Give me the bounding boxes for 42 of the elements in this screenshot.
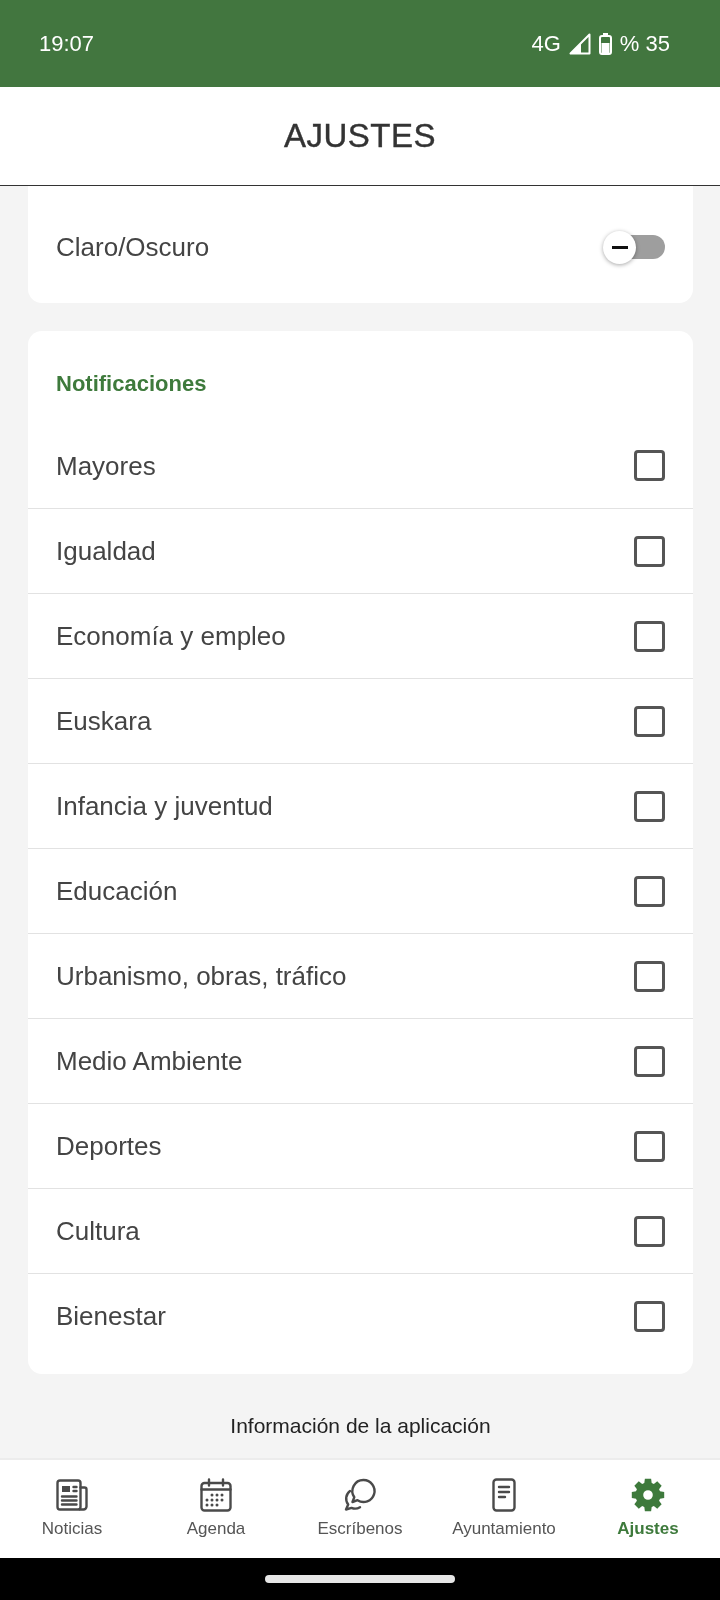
chat-bubbles-icon [343, 1478, 377, 1512]
category-label: Medio Ambiente [56, 1045, 243, 1077]
calendar-icon [199, 1478, 233, 1512]
page-title: AJUSTES [283, 117, 436, 155]
category-label: Mayores [56, 449, 156, 482]
category-label: Infancia y juventud [56, 790, 273, 822]
toggle-switch[interactable] [603, 230, 665, 264]
nav-item[interactable]: Ayuntamiento [432, 1460, 576, 1558]
battery-percentage: % 35 [619, 30, 670, 57]
minus-icon [611, 245, 628, 249]
nav-item[interactable]: Ajustes [576, 1460, 720, 1558]
settings-icon [631, 1478, 665, 1512]
battery-icon [598, 32, 612, 55]
app-info-link[interactable]: Información de la aplicación [230, 1411, 491, 1441]
checkbox[interactable] [634, 1045, 665, 1077]
checkbox[interactable] [634, 450, 665, 481]
category-label: Educación [56, 875, 178, 907]
checkbox[interactable] [634, 1215, 665, 1247]
nav-item[interactable]: Noticias [0, 1460, 144, 1558]
category-label: Economía y empleo [56, 620, 286, 652]
checkbox[interactable] [634, 790, 665, 822]
setting-label: Claro/Oscuro [56, 231, 210, 263]
category-label: Urbanismo, obras, tráfico [56, 960, 347, 992]
section-title: Notificaciones [55, 370, 208, 398]
checkbox[interactable] [634, 960, 665, 992]
checkbox[interactable] [634, 620, 665, 652]
category-label: Cultura [56, 1215, 140, 1247]
category-label: Deportes [56, 1130, 162, 1162]
signal-icon [568, 32, 591, 55]
nav-item[interactable]: Agenda [144, 1460, 288, 1558]
newspaper-icon [55, 1478, 89, 1512]
checkbox[interactable] [634, 1300, 665, 1332]
category-label: Bienestar [56, 1300, 166, 1332]
checkbox[interactable] [634, 705, 665, 737]
status-time: 19:07 [39, 30, 95, 57]
checkbox[interactable] [634, 875, 665, 907]
category-label: Igualdad [56, 535, 156, 567]
network-type: 4G [531, 30, 561, 57]
checkbox[interactable] [634, 1130, 665, 1162]
nav-item[interactable]: Escríbenos [288, 1460, 432, 1558]
checkbox[interactable] [634, 535, 665, 567]
category-label: Euskara [56, 705, 152, 737]
